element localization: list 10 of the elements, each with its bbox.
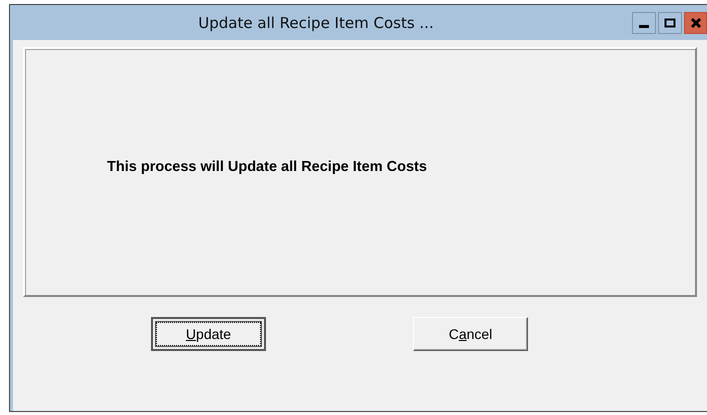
maximize-icon [664,18,676,28]
minimize-button[interactable] [632,12,656,34]
update-button[interactable]: Update [151,317,266,351]
minimize-icon [639,24,649,28]
message-text: This process will Update all Recipe Item Costs [107,159,427,175]
close-button[interactable] [684,12,707,34]
close-icon [690,16,702,28]
cancel-button[interactable]: Cancel [413,317,528,351]
window-title: Update all Recipe Item Costs ... [197,14,435,32]
maximize-button[interactable] [658,12,682,34]
